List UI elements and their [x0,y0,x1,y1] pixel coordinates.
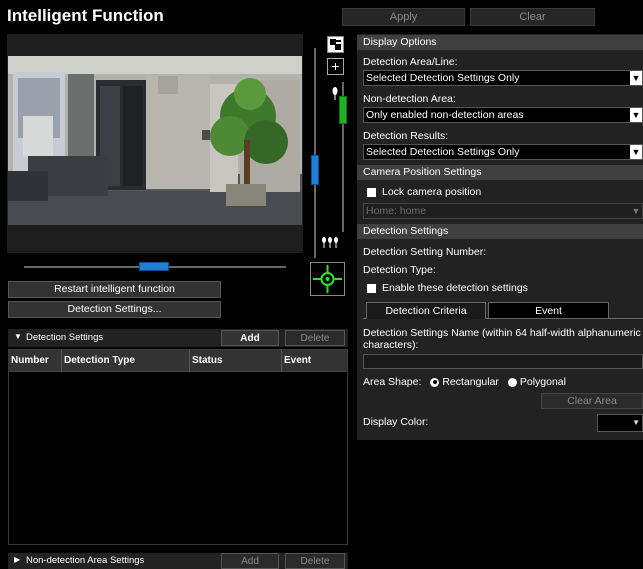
detection-settings-dialog-button[interactable]: Detection Settings... [8,301,221,318]
display-color-label: Display Color: [363,416,429,428]
polygonal-label: Polygonal [519,376,566,388]
nondetection-area-label: Non-detection Area: [363,93,456,105]
tab-event[interactable]: Event [488,302,609,319]
zoom-in-button[interactable]: + [327,58,344,75]
center-target-button[interactable] [310,262,345,296]
triangle-down-icon: ▼ [14,332,22,341]
detection-results-value: Selected Detection Settings Only [366,146,520,158]
focus-far-icon [320,236,342,248]
chevron-down-icon: ▼ [630,71,642,85]
polygonal-radio[interactable] [507,377,517,387]
nondetection-section-title: Non-detection Area Settings [26,555,145,566]
fit-screen-button[interactable] [327,36,344,53]
detection-area-line-select[interactable]: Selected Detection Settings Only ▼ [363,70,643,86]
area-shape-row: Area Shape: Rectangular Polygonal [363,376,566,388]
display-color-select[interactable]: ▼ [597,414,643,432]
tab-detection-criteria[interactable]: Detection Criteria [366,302,486,319]
nondetection-add-button[interactable]: Add [221,553,279,569]
rectangular-label: Rectangular [442,376,499,388]
detection-settings-section-title: Detection Settings [26,332,104,343]
column-header-number: Number [11,355,49,366]
enable-detection-settings-row[interactable]: Enable these detection settings [367,282,528,294]
camera-preset-value: Home: home [366,205,427,217]
display-options-header: Display Options [357,35,643,50]
detection-settings-name-label: Detection Settings Name (within 64 half-… [363,327,641,351]
chevron-down-icon: ▼ [630,204,642,218]
camera-position-header: Camera Position Settings [357,165,643,180]
window-icon [330,39,341,50]
detection-area-line-label: Detection Area/Line: [363,56,458,68]
nondetection-delete-button[interactable]: Delete [285,553,345,569]
rectangular-radio[interactable] [430,377,440,387]
column-header-detection-type: Detection Type [64,355,135,366]
chevron-down-icon: ▼ [630,145,642,159]
nondetection-area-value: Only enabled non-detection areas [366,109,524,121]
lock-camera-position-checkbox[interactable] [367,187,376,197]
lock-camera-position-label: Lock camera position [382,186,482,198]
detection-delete-button[interactable]: Delete [285,330,345,346]
chevron-down-icon: ▼ [630,108,642,122]
zoom-slider-track[interactable] [314,48,316,258]
horizontal-slider-handle[interactable] [139,262,169,271]
page-title: Intelligent Function [7,6,164,25]
detection-setting-number-label: Detection Setting Number: [363,246,487,258]
column-header-status: Status [192,355,223,366]
detection-type-label: Detection Type: [363,264,436,276]
column-header-event: Event [284,355,312,366]
enable-detection-settings-label: Enable these detection settings [382,282,528,294]
detection-area-line-value: Selected Detection Settings Only [366,72,520,84]
nondetection-area-select[interactable]: Only enabled non-detection areas ▼ [363,107,643,123]
detection-settings-name-input[interactable] [363,354,643,369]
detection-settings-header: Detection Settings [357,224,643,239]
detection-add-button[interactable]: Add [221,330,279,346]
plus-icon: + [331,58,340,74]
clear-button[interactable]: Clear [470,8,595,26]
camera-live-image [8,56,302,225]
crosshair-icon [313,265,342,293]
table-header-row: Number Detection Type Status Event [9,350,347,372]
lock-camera-position-row[interactable]: Lock camera position [367,186,481,198]
apply-button[interactable]: Apply [342,8,465,26]
camera-preset-select[interactable]: Home: home ▼ [363,203,643,219]
detection-settings-table: Number Detection Type Status Event [8,349,348,545]
area-shape-label: Area Shape: [363,376,422,388]
chevron-down-icon: ▼ [632,418,640,427]
zoom-slider-handle[interactable] [311,155,319,185]
enable-detection-settings-checkbox[interactable] [367,283,376,293]
clear-area-button[interactable]: Clear Area [541,393,643,409]
detection-results-select[interactable]: Selected Detection Settings Only ▼ [363,144,643,160]
detection-results-label: Detection Results: [363,130,449,142]
focus-slider-handle[interactable] [339,96,347,124]
triangle-right-icon: ▶ [14,555,21,564]
restart-intelligent-function-button[interactable]: Restart intelligent function [8,281,221,298]
